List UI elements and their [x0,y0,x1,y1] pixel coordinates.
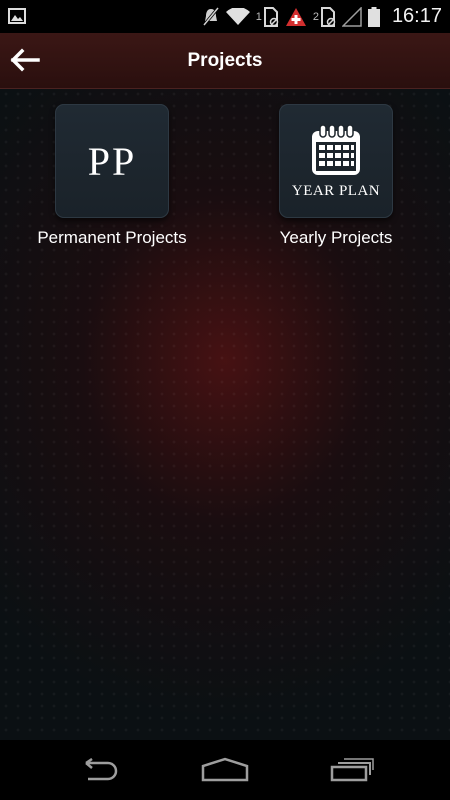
alert-icon [285,7,307,27]
mute-icon [202,6,220,27]
sim1-icon: 1 [255,6,279,27]
recent-apps-icon [330,758,374,782]
page-title: Projects [187,49,263,71]
back-arrow-icon [10,48,40,72]
back-icon [85,758,118,781]
sim2-label: 2 [312,10,319,23]
clock: 16:17 [391,5,442,27]
permanent-projects-icon[interactable]: PP [55,104,169,218]
home-icon [201,757,249,782]
wifi-icon [225,7,250,26]
navigation-bar [0,740,450,800]
status-icons: 1 2 16:17 [202,0,450,33]
permanent-projects-label[interactable]: Permanent Projects [37,228,186,248]
pp-icon-text: PP [87,138,137,184]
year-plan-text: YEAR PLAN [291,182,381,199]
calendar-icon [312,123,360,175]
sim2-icon: 2 [312,6,336,27]
nav-back-button[interactable] [70,750,130,790]
back-button[interactable] [4,40,44,80]
yearly-projects-label[interactable]: Yearly Projects [280,228,393,248]
yearly-projects-icon[interactable]: YEAR PLAN [279,104,393,218]
nav-home-button[interactable] [195,750,255,790]
screen: 1 2 16:17 Projects PP Permanent Projects… [0,0,450,800]
sim1-label: 1 [255,10,262,23]
yearly-projects-tile[interactable]: YEAR PLAN Yearly Projects [246,104,426,248]
signal-icon [341,6,362,27]
gallery-icon [8,8,26,24]
battery-icon [367,6,380,27]
nav-recent-apps-button[interactable] [322,750,382,790]
status-bar: 1 2 16:17 [0,0,450,33]
action-bar: Projects [0,33,450,89]
permanent-projects-tile[interactable]: PP Permanent Projects [22,104,202,248]
